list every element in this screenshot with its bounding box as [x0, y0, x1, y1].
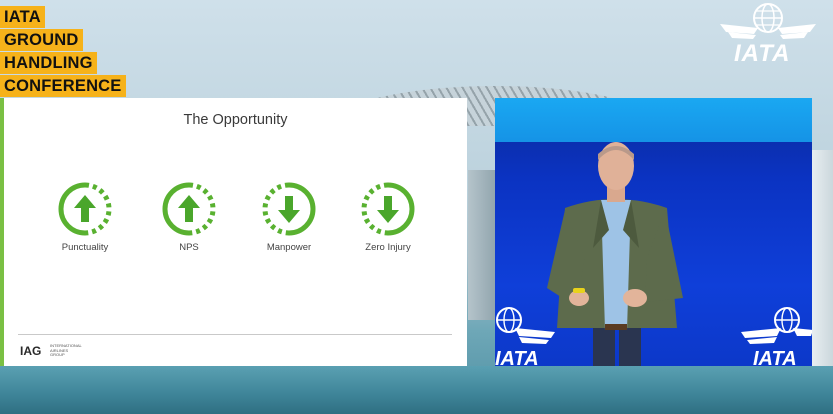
slide-title: The Opportunity — [183, 112, 288, 128]
arrow-up-circle-icon — [58, 182, 112, 236]
kpi-label: NPS — [179, 242, 199, 253]
slide-divider — [18, 334, 452, 335]
stage-screen-top — [495, 98, 812, 142]
kpi-label: Zero Injury — [365, 242, 411, 253]
conference-title-line: HANDLING — [0, 52, 97, 74]
speaker-figure — [547, 142, 683, 366]
iag-logo: IAG — [20, 344, 42, 358]
backdrop-building — [468, 170, 498, 320]
arrow-up-circle-icon — [162, 182, 216, 236]
kpi-label: Manpower — [266, 242, 312, 253]
kpi-label: Punctuality — [61, 242, 109, 253]
arrow-down-circle-icon — [361, 182, 415, 236]
iata-logo-text: IATA — [734, 40, 791, 67]
kpi-zero-injury: Zero Injury — [343, 182, 433, 253]
arrow-down-circle-icon — [262, 182, 316, 236]
backdrop-wall — [812, 150, 833, 380]
stage-logo-text: IATA — [495, 348, 539, 366]
iag-logo-subtitle: INTERNATIONAL AIRLINES GROUP — [50, 343, 82, 358]
conference-title-line: GROUND — [0, 29, 83, 51]
conference-title: IATA GROUND HANDLING CONFERENCE — [0, 6, 126, 98]
kpi-manpower: Manpower — [244, 182, 334, 253]
presentation-slide: The Opportunity Punctuality NPS Manpower — [0, 98, 467, 366]
kpi-punctuality: Punctuality — [40, 182, 130, 253]
speaker-video: IATA IATA — [495, 98, 812, 366]
water-backdrop — [0, 366, 833, 414]
conference-title-line: IATA — [0, 6, 45, 28]
stage-logo-text: IATA — [753, 348, 797, 366]
conference-title-line: CONFERENCE — [0, 75, 126, 97]
kpi-nps: NPS — [144, 182, 234, 253]
